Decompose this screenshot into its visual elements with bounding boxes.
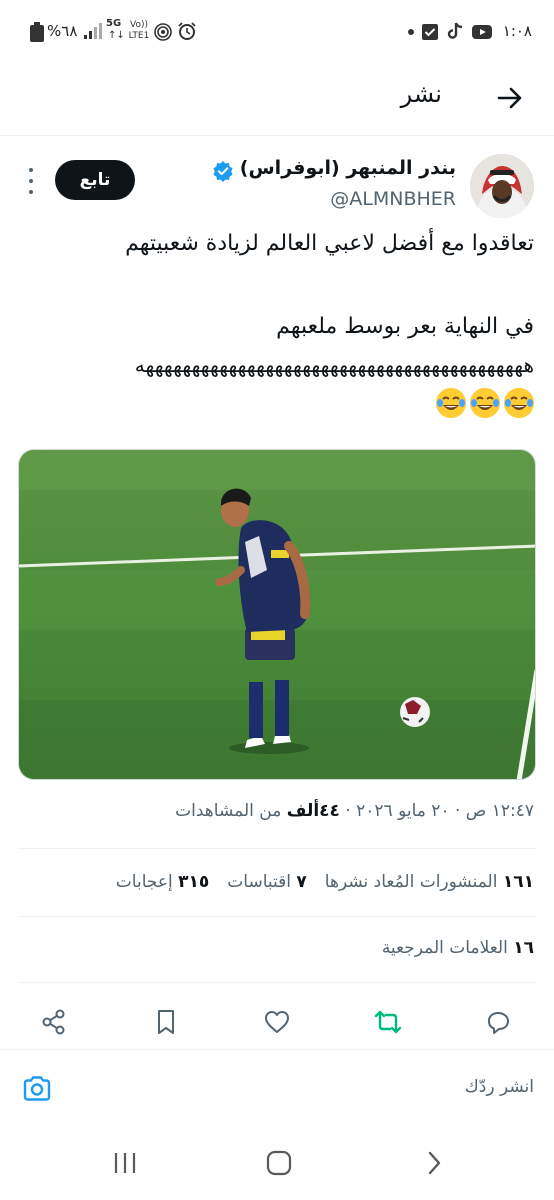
likes-count: ٣١٥ (178, 872, 210, 892)
recent-apps-icon (114, 1153, 136, 1173)
bookmark-button[interactable] (144, 1000, 188, 1044)
checkbox-app-icon (422, 24, 438, 40)
reply-button[interactable] (476, 1000, 520, 1044)
back-button[interactable] (492, 80, 528, 116)
camera-icon (23, 1076, 51, 1101)
volte-indicator: Vo)) LTE1 (128, 20, 150, 41)
quotes-label: اقتباسات (227, 872, 291, 892)
top-header: نشر (0, 64, 554, 136)
tweet-media-image[interactable] (18, 449, 536, 780)
follow-button[interactable]: تابع (55, 160, 135, 200)
back-nav-button[interactable] (414, 1145, 454, 1181)
tweet-actions (0, 1000, 554, 1044)
tweet-text-line-2: في النهاية بعر بوسط ملعبهم (276, 314, 534, 339)
network-5g: 5G (106, 18, 122, 29)
bookmarks-count: ١٦ (513, 938, 534, 958)
reposts-stat[interactable]: ١٦١ المنشورات المُعاد نشرها (325, 872, 534, 892)
repost-icon (374, 1010, 402, 1034)
avatar-image (470, 154, 534, 218)
battery-percent: %٦٨ (47, 22, 78, 40)
laughing-tears-emoji-icon (504, 388, 534, 418)
repost-button[interactable] (366, 1000, 410, 1044)
emoji-row (436, 388, 534, 418)
laughing-tears-emoji-icon (436, 388, 466, 418)
likes-stat[interactable]: ٣١٥ إعجابات (116, 872, 209, 892)
timestamp-text: ١٢:٤٧ ص · ٢٠ مايو ٢٠٢٦ · (339, 801, 534, 821)
signal-icon (84, 23, 102, 39)
like-button[interactable] (255, 1000, 299, 1044)
camera-button[interactable] (20, 1072, 54, 1106)
bookmark-icon (158, 1010, 174, 1034)
bookmarks-label: العلامات المرجعية (381, 938, 508, 958)
chevron-right-icon (428, 1151, 441, 1175)
views-count: ٤٤ألف (286, 801, 340, 821)
system-nav-bar (0, 1127, 554, 1200)
tweet-text-line-1: تعاقدوا مع أفضل لاعبي العالم لزيادة شعبي… (125, 231, 534, 256)
alarm-icon (178, 22, 196, 40)
reply-composer[interactable]: انشر ردّك (0, 1049, 554, 1127)
heart-icon (265, 1011, 289, 1033)
page-title: نشر (400, 80, 442, 108)
share-button[interactable] (32, 1000, 76, 1044)
quotes-stat[interactable]: ٧ اقتباسات (227, 872, 307, 892)
author-name[interactable]: بندر المنبهر (ابوفراس) (240, 157, 456, 179)
avatar[interactable] (470, 154, 534, 218)
arrow-right-icon (497, 87, 522, 109)
home-button[interactable] (259, 1145, 299, 1181)
recent-apps-button[interactable] (105, 1145, 145, 1181)
hotspot-icon (154, 23, 172, 41)
football-pitch-photo (19, 450, 535, 779)
views-label: من المشاهدات (175, 801, 287, 821)
status-bar: ١:٠٨ %٦٨ 5G ↑↓ Vo)) LTE1 (0, 0, 554, 64)
data-arrows-icon: ↑↓ (108, 30, 125, 41)
divider (18, 982, 536, 983)
reply-icon (488, 1012, 509, 1034)
reposts-label: المنشورات المُعاد نشرها (324, 872, 498, 892)
quotes-count: ٧ (296, 872, 307, 892)
tweet-timestamp: ١٢:٤٧ ص · ٢٠ مايو ٢٠٢٦ · ٤٤ألف من المشاه… (175, 801, 534, 821)
author-handle[interactable]: @ALMNBHER (330, 188, 456, 210)
engagement-stats: ١٦١ المنشورات المُعاد نشرها ٧ اقتباسات ٣… (116, 872, 534, 892)
youtube-icon (472, 25, 492, 39)
bookmarks-stat[interactable]: ١٦ العلامات المرجعية (382, 938, 534, 958)
verified-badge-icon (213, 161, 233, 182)
likes-label: إعجابات (115, 872, 173, 892)
share-icon (42, 1009, 65, 1035)
status-time: ١:٠٨ (502, 22, 532, 40)
tweet-text-line-3: هههههههههههههههههههههههههههههههههههههههه… (134, 353, 534, 377)
tiktok-icon (447, 22, 463, 39)
divider (18, 916, 536, 917)
more-options-icon[interactable] (24, 168, 38, 194)
divider (18, 848, 536, 849)
reply-input[interactable]: انشر ردّك (465, 1077, 534, 1097)
notification-dot-icon (408, 29, 414, 35)
battery-icon (30, 22, 44, 42)
reposts-count: ١٦١ (502, 872, 534, 892)
laughing-tears-emoji-icon (470, 388, 500, 418)
home-icon (266, 1150, 292, 1176)
